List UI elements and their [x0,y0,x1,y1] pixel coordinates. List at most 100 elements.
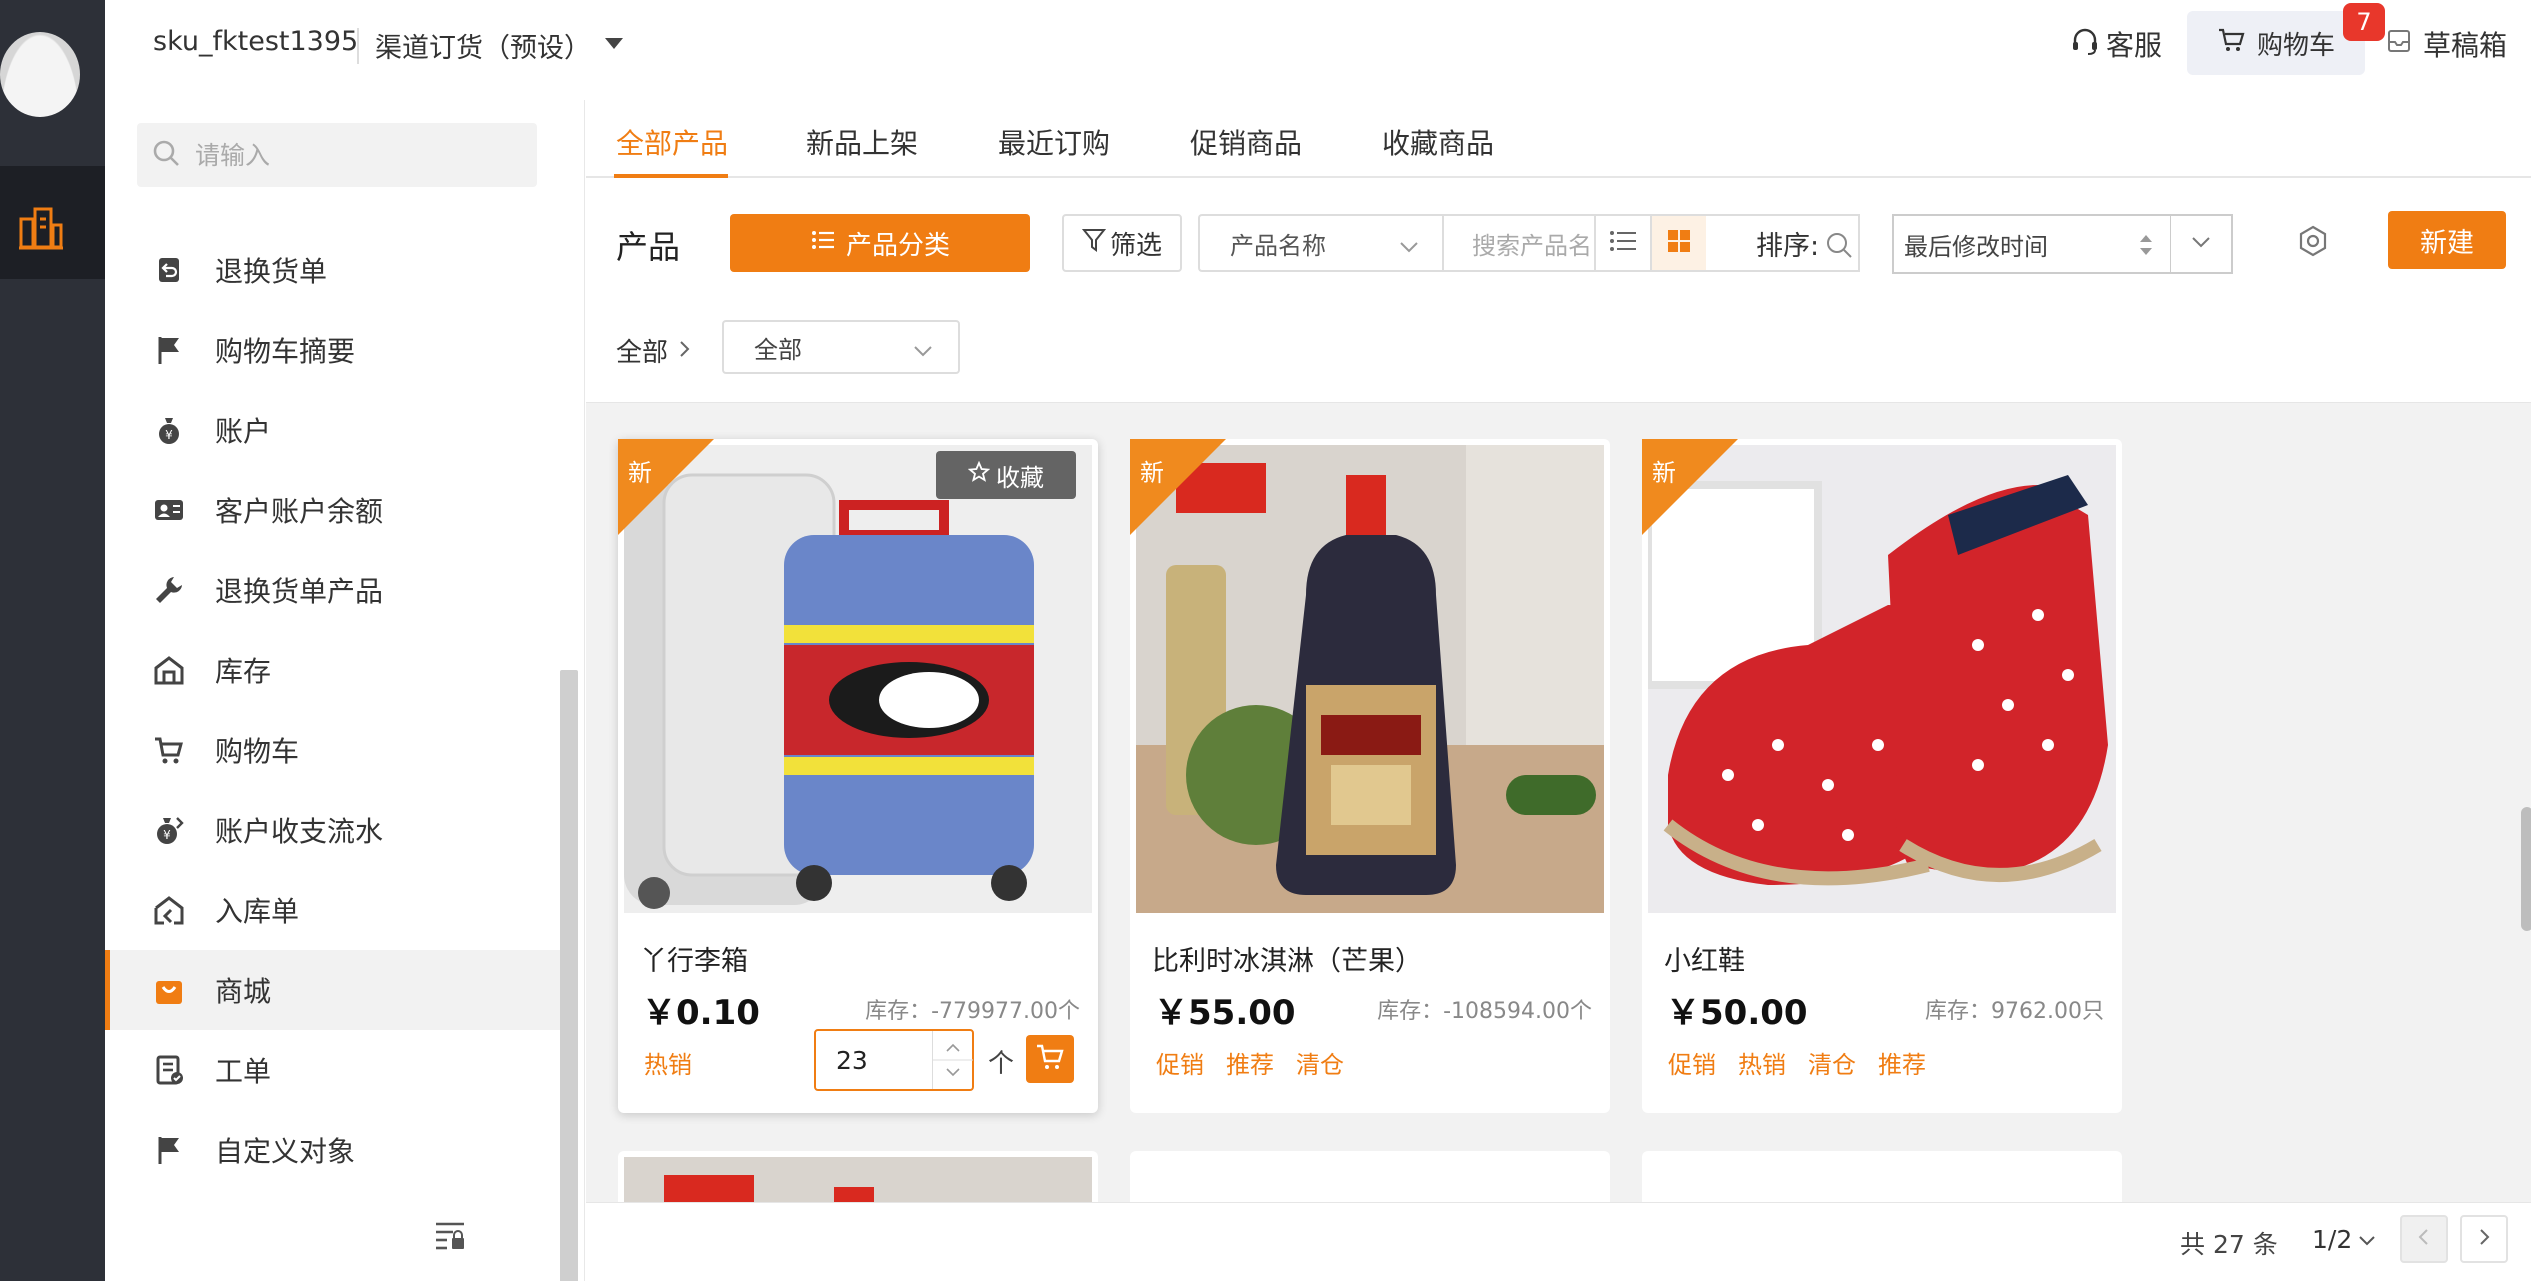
sidebar-item-label: 工单 [215,1055,272,1088]
product-tag: 热销 [1738,1051,1786,1079]
sidebar-item[interactable]: 自定义对象 [105,1110,560,1190]
svg-text:¥: ¥ [163,828,171,842]
product-card[interactable]: 新 收藏 丫行李箱 ￥0.10 库存：-779977.00个 热销 23 个 [618,439,1098,1113]
sidebar-item-label: 退换货单 [215,255,328,288]
divider [357,28,359,64]
sort-select[interactable]: 最后修改时间 [1892,214,2172,274]
sidebar-search-input[interactable] [195,140,515,170]
next-page-button[interactable] [2460,1215,2508,1263]
product-name[interactable]: 比利时冰淇淋（芒果） [1152,939,1422,978]
sidebar-search[interactable] [137,123,537,187]
product-card[interactable]: 新 比利时冰淇淋（芒果） ￥55.00 库存：-108594.00个 促销 推荐… [1130,439,1610,1113]
sidebar-item-label: 商城 [215,975,272,1008]
product-card[interactable] [1642,1151,2122,1202]
avatar[interactable] [0,32,80,117]
category-level-value: 全部 [754,335,802,364]
filter-button[interactable]: 筛选 [1062,214,1182,272]
tab-favorites[interactable]: 收藏商品 [1382,122,1494,162]
cart-count-badge: 7 [2343,3,2385,41]
quantity-stepper[interactable]: 23 [814,1029,974,1091]
product-image[interactable] [624,1157,1092,1202]
chevron-left-icon [2417,1225,2431,1253]
menu-settings-icon[interactable] [433,1218,467,1256]
product-card[interactable]: 新 小红鞋 ￥50.00 库存：9762.00只 促销 热销 清仓 推荐 [1642,439,2122,1113]
sidebar-item[interactable]: 购物车 [105,710,560,790]
caret-down-icon[interactable] [605,38,623,49]
wrench-icon [151,572,187,608]
new-button[interactable]: 新建 [2388,211,2506,269]
search-field-select[interactable]: 产品名称 [1198,214,1444,272]
sidebar-item[interactable]: 退换货单产品 [105,550,560,630]
new-badge-label: 新 [1652,459,1676,487]
product-tag: 清仓 [1808,1051,1856,1079]
total-count: 共 27 条 [2180,1230,2278,1259]
settings-icon[interactable] [2296,224,2330,262]
customer-service-button[interactable]: 客服 [2070,24,2162,64]
sidebar-item[interactable]: 客户账户余额 [105,470,560,550]
favorite-label: 收藏 [996,463,1044,492]
tab-promotions[interactable]: 促销商品 [1190,122,1302,162]
warehouse-icon [151,652,187,688]
sidebar-item[interactable]: 退换货单 [105,230,560,310]
grid-view-button[interactable] [1650,214,1708,272]
quantity-unit: 个 [988,1049,1015,1079]
building-chart-icon[interactable] [18,205,64,255]
customer-service-label: 客服 [2106,29,2163,62]
category-level-select[interactable]: 全部 [722,320,960,374]
list-view-icon [1609,229,1637,257]
product-card[interactable] [1130,1151,1610,1202]
grid-view-icon [1667,229,1691,257]
quantity-spin-buttons[interactable] [932,1031,973,1089]
username[interactable]: sku_fktest1395 [153,26,358,57]
top-bar: sku_fktest1395 渠道订货（预设） 客服 购物车 7 草稿箱 [105,0,2531,100]
add-to-cart-button[interactable] [1026,1035,1074,1083]
tab-recent-orders[interactable]: 最近订购 [998,122,1110,162]
headset-icon [2070,26,2100,63]
sidebar-menu: 退换货单购物车摘要 ¥ 账户客户账户余额退换货单产品库存 购物车 ¥ 账户收支流水 入库单商… [105,230,560,1190]
tab-all-products[interactable]: 全部产品 [616,122,728,162]
sidebar-scrollbar[interactable] [560,670,578,1281]
sidebar-item[interactable]: ¥ 账户 [105,390,560,470]
cart-icon [151,732,187,768]
prev-page-button[interactable] [2400,1215,2448,1263]
cart-button[interactable]: 购物车 [2187,11,2365,75]
product-card[interactable] [618,1151,1098,1202]
product-price: ￥0.10 [642,993,760,1033]
category-button[interactable]: 产品分类 [730,214,1030,272]
new-badge-label: 新 [1140,459,1164,487]
content-scrollbar[interactable] [2521,807,2531,931]
sidebar-item[interactable]: 库存 [105,630,560,710]
sidebar-item-label: 账户 [215,415,272,448]
quantity-value[interactable]: 23 [836,1046,868,1075]
product-stock: 库存：-108594.00个 [1377,999,1592,1024]
favorite-button[interactable]: 收藏 [936,451,1076,499]
product-tag: 促销 [1156,1051,1204,1079]
sidebar-item-label: 退换货单产品 [215,575,384,608]
page-select[interactable]: 1/2 [2312,1225,2376,1254]
search-icon[interactable] [1824,230,1854,267]
flag-icon [151,332,187,368]
product-stock: 库存：-779977.00个 [865,999,1080,1024]
sidebar-item-label: 自定义对象 [215,1135,356,1168]
chevron-down-icon [2190,233,2212,255]
drafts-button[interactable]: 草稿箱 [2385,24,2507,64]
sidebar-item[interactable]: 入库单 [105,870,560,950]
tab-new-arrivals[interactable]: 新品上架 [806,122,918,162]
svg-text:¥: ¥ [165,428,173,442]
product-name[interactable]: 丫行李箱 [640,939,748,978]
list-view-button[interactable] [1594,214,1652,272]
sidebar-item[interactable]: 工单 [105,1030,560,1110]
product-name[interactable]: 小红鞋 [1664,939,1745,978]
channel-select[interactable]: 渠道订货（预设） [375,26,591,65]
breadcrumb-root[interactable]: 全部 [616,332,668,369]
product-tags: 热销 [644,1045,692,1080]
sidebar-item[interactable]: 商城 [105,950,560,1030]
sidebar-item[interactable]: ¥ 账户收支流水 [105,790,560,870]
product-tag: 推荐 [1226,1051,1274,1079]
product-search-input[interactable]: 搜索产品名 [1442,214,1596,272]
sort-direction-button[interactable] [2171,214,2233,274]
sort-value: 最后修改时间 [1904,232,2048,261]
list-icon [810,227,836,260]
sidebar-item[interactable]: 购物车摘要 [105,310,560,390]
sort-label-box: 排序: [1740,214,1860,272]
